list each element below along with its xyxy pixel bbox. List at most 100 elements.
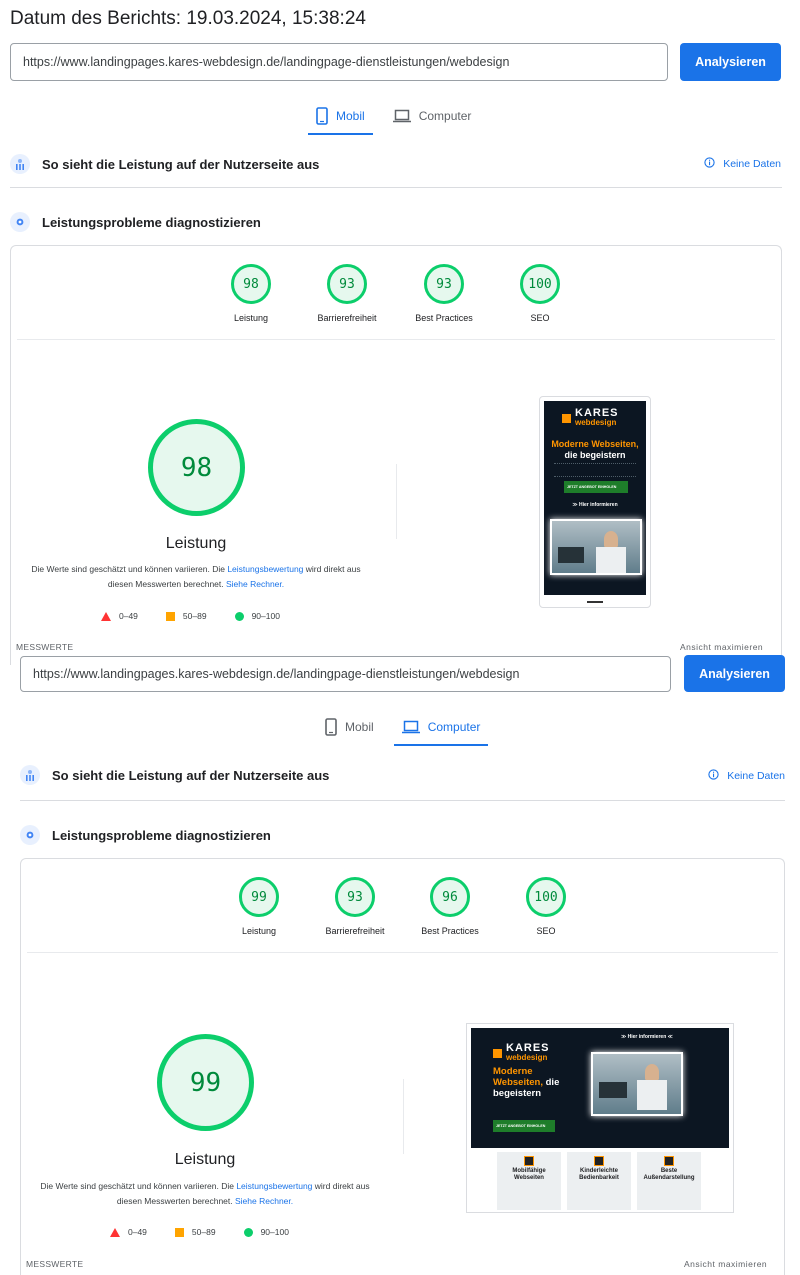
kares-logo: KARES webdesign (562, 407, 619, 427)
legend-pass: 90–100 (234, 611, 280, 621)
more-info: ≫ Hier informieren (572, 502, 618, 508)
maximize-view-toggle[interactable]: Ansicht maximieren (684, 1259, 767, 1269)
circle-icon (234, 611, 244, 621)
field-data-title: So sieht die Leistung auf der Nutzerseit… (42, 156, 320, 172)
mobile-report-section: https://www.landingpages.kares-webdesign… (0, 0, 800, 665)
legend-fail: 0–49 (110, 1227, 147, 1237)
users-icon (10, 154, 30, 174)
score-ring: 93 (424, 264, 464, 304)
calculator-link[interactable]: Siehe Rechner. (235, 1196, 293, 1206)
score-ring: 93 (335, 877, 375, 917)
url-bar: https://www.landingpages.kares-webdesign… (20, 655, 785, 693)
score-seo[interactable]: 100 SEO (506, 877, 586, 936)
info-icon (704, 157, 715, 171)
tab-mobile[interactable]: Mobil (308, 101, 373, 135)
triangle-icon (101, 611, 111, 621)
phone-icon (325, 718, 337, 736)
score-seo[interactable]: 100 SEO (500, 264, 580, 323)
lighthouse-card: 98 Leistung 93 Barrierefreiheit 93 Best … (10, 245, 782, 665)
no-data-info[interactable]: Keine Daten (704, 157, 781, 171)
score-best-practices[interactable]: 96 Best Practices (410, 877, 490, 936)
score-label: Best Practices (415, 313, 473, 323)
tab-mobile[interactable]: Mobil (317, 712, 382, 742)
cta-button: JETZT ANGEBOT EINHOLEN (493, 1120, 555, 1132)
performance-score-link[interactable]: Leistungsbewertung (236, 1181, 312, 1191)
maximize-view-toggle[interactable]: Ansicht maximieren (680, 642, 763, 652)
analyze-button[interactable]: Analysieren (680, 43, 781, 81)
url-input[interactable]: https://www.landingpages.kares-webdesign… (20, 656, 671, 692)
cta-button: JETZT ANGEBOT EINHOLEN (564, 481, 628, 493)
score-performance[interactable]: 98 Leistung (211, 264, 291, 323)
legend-label: 50–89 (191, 1227, 216, 1237)
lab-icon (10, 212, 30, 232)
analyze-button[interactable]: Analysieren (684, 655, 785, 692)
score-accessibility[interactable]: 93 Barrierefreiheit (315, 877, 395, 936)
no-data-label: Keine Daten (723, 158, 781, 170)
logo-subtext: webdesign (506, 1053, 548, 1062)
legend-label: 90–100 (260, 1227, 289, 1237)
hero-photo (591, 1052, 683, 1116)
score-best-practices[interactable]: 93 Best Practices (404, 264, 484, 323)
score-label: SEO (536, 926, 556, 936)
logo-text: KARES (575, 407, 619, 419)
score-performance[interactable]: 99 Leistung (219, 877, 299, 936)
square-icon (165, 611, 175, 621)
no-data-label: Keine Daten (727, 770, 785, 782)
performance-score-link[interactable]: Leistungsbewertung (227, 564, 303, 574)
divider (10, 187, 782, 188)
laptop-icon (392, 109, 411, 123)
diagnose-title: Leistungsprobleme diagnostizieren (42, 214, 261, 230)
tab-label: Mobil (345, 720, 374, 734)
note-text: Die Werte sind geschätzt und können vari… (40, 1181, 237, 1191)
tab-label: Mobil (336, 109, 365, 123)
more-info-label: Hier informieren (579, 502, 618, 508)
score-label: Best Practices (421, 926, 479, 936)
vertical-divider (396, 464, 397, 539)
feature-title: Beste Außendarstellung (643, 1168, 695, 1181)
info-icon (708, 769, 719, 783)
monitor-shape (599, 1082, 627, 1098)
kares-logo: KARES webdesign (493, 1043, 550, 1062)
legend-fail: 0–49 (101, 611, 138, 621)
desktop-report-section: https://www.landingpages.kares-webdesign… (0, 655, 800, 1275)
legend-average: 50–89 (165, 611, 207, 621)
hero-photo (550, 519, 642, 575)
calculator-link[interactable]: Siehe Rechner. (226, 579, 284, 589)
divider (20, 800, 785, 801)
phone-home-bar (587, 601, 603, 603)
hero-line: Webseiten, (493, 1077, 543, 1088)
legend-label: 50–89 (182, 611, 207, 621)
legend-label: 0–49 (128, 1227, 147, 1237)
field-data-heading: So sieht die Leistung auf der Nutzerseit… (10, 154, 319, 174)
page-screenshot-desktop[interactable]: ≫ Hier informieren ≪ KARES webdesign Mod… (466, 1023, 734, 1213)
circle-icon (243, 1227, 253, 1237)
note-text: Die Werte sind geschätzt und können vari… (31, 564, 228, 574)
screenshot-screen: KARES webdesign Moderne Webseiten, die b… (544, 401, 646, 595)
score-ring: 99 (239, 877, 279, 917)
diagnose-heading: Leistungsprobleme diagnostizieren (20, 825, 271, 845)
page-screenshot-mobile[interactable]: KARES webdesign Moderne Webseiten, die b… (539, 396, 651, 608)
url-input[interactable]: https://www.landingpages.kares-webdesign… (10, 43, 668, 81)
square-icon (174, 1227, 184, 1237)
field-data-title: So sieht die Leistung auf der Nutzerseit… (52, 767, 330, 783)
feature-card: Mobilfähige Webseiten (497, 1152, 561, 1210)
more-info: ≫ Hier informieren ≪ (621, 1034, 673, 1040)
legend-average: 50–89 (174, 1227, 216, 1237)
score-legend: 0–49 50–89 90–100 (110, 1227, 289, 1237)
main-score-gauge: 98 (148, 419, 245, 516)
tab-computer[interactable]: Computer (393, 712, 489, 746)
card-divider (27, 952, 778, 953)
score-label: Barrierefreiheit (325, 926, 385, 936)
hero-body-text (554, 463, 636, 477)
score-accessibility[interactable]: 93 Barrierefreiheit (307, 264, 387, 323)
tab-label: Computer (427, 720, 481, 734)
metrics-heading: MESSWERTE (16, 642, 74, 652)
hero-line: begeistern (493, 1088, 542, 1099)
main-score-label: Leistung (165, 535, 227, 552)
no-data-info[interactable]: Keine Daten (708, 769, 785, 783)
score-ring: 96 (430, 877, 470, 917)
more-info-label: Hier informieren (627, 1034, 667, 1040)
diagnose-heading: Leistungsprobleme diagnostizieren (10, 212, 261, 232)
tab-computer[interactable]: Computer (385, 101, 480, 131)
feature-title: Mobilfähige Webseiten (512, 1168, 546, 1181)
